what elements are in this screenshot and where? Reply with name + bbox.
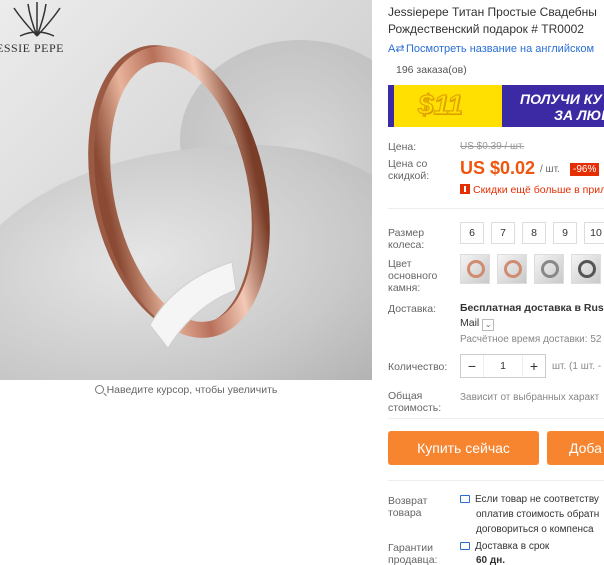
quantity-note: шт. (1 шт. - [552, 361, 602, 372]
delivery-guarantee-icon [460, 542, 470, 550]
total-label: Общая стоимость: [388, 390, 442, 414]
product-info-panel: Jessiepepe Титан Простые Свадебны Рождес… [388, 0, 604, 565]
promo-amount: $11 [417, 88, 463, 120]
quantity-increase-button[interactable]: + [523, 355, 545, 377]
size-options: 6 7 8 9 10 [460, 222, 604, 244]
size-label: Размер колеса: [388, 227, 425, 251]
returns-policy: Если товар не соответству оплатив стоимо… [460, 492, 599, 537]
app-deal-link[interactable]: Скидки ещё больше в прил [460, 184, 604, 196]
product-title-line1: Jessiepepe Титан Простые Свадебны [388, 5, 597, 19]
promo-banner[interactable]: $11 ПОЛУЧИ КУ ЗА ЛЮБ [388, 85, 604, 127]
zoom-hint: Наведите курсор, чтобы увеличить [0, 384, 372, 396]
original-price: US $0.39 / шт. [460, 141, 525, 152]
promo-text-line1: ПОЛУЧИ КУ [520, 91, 602, 107]
shipping-method-select[interactable]: Mail ⌄ [460, 317, 495, 331]
shipping-label: Доставка: [388, 303, 437, 315]
size-option[interactable]: 7 [491, 222, 515, 244]
product-title: Jessiepepe Титан Простые Свадебны Рождес… [388, 4, 604, 38]
free-shipping-text: Бесплатная доставка в Russi [460, 302, 604, 314]
returns-label: Возврат товара [388, 495, 428, 519]
delivery-estimate: Расчётное время доставки: 52 [460, 334, 602, 345]
guarantee-line: Доставка в срок [475, 541, 550, 552]
color-option-rose-gold-2[interactable] [497, 254, 527, 284]
color-option-rose-gold[interactable] [460, 254, 490, 284]
stone-color-options [460, 254, 601, 284]
app-deal-text: Скидки ещё больше в прил [473, 184, 604, 196]
brand-logo-text: ESSIE PEPE [0, 41, 65, 55]
product-main-image[interactable]: ESSIE PEPE [0, 0, 372, 380]
price-label: Цена: [388, 141, 417, 153]
stone-color-label: Цвет основного камня: [388, 258, 438, 294]
quantity-stepper: − 1 + [460, 354, 546, 378]
total-note: Зависит от выбранных характ [460, 392, 600, 403]
size-option[interactable]: 6 [460, 222, 484, 244]
magnifier-icon [94, 385, 104, 394]
returns-line: Если товар не соответству [475, 494, 599, 505]
guarantee-label: Гарантии продавца: [388, 542, 438, 565]
divider [388, 208, 604, 209]
buy-now-button[interactable]: Купить сейчас [388, 431, 539, 465]
size-option[interactable]: 9 [553, 222, 577, 244]
add-to-cart-button[interactable]: Доба [547, 431, 604, 465]
size-option[interactable]: 10 [584, 222, 604, 244]
returns-line: договориться о компенса [476, 524, 594, 535]
quantity-input[interactable]: 1 [483, 355, 523, 377]
seller-guarantee: Доставка в срок 60 дн. [460, 540, 549, 565]
shipping-method: Mail [460, 317, 480, 329]
color-option-silver[interactable] [534, 254, 564, 284]
divider [388, 418, 604, 419]
translate-icon: A⇄ [388, 43, 405, 55]
quantity-decrease-button[interactable]: − [461, 355, 483, 377]
chevron-down-icon: ⌄ [482, 319, 495, 331]
qr-code-icon [460, 184, 470, 194]
product-title-line2: Рождественский подарок # TR0002 [388, 22, 584, 36]
color-option-black[interactable] [571, 254, 601, 284]
size-option[interactable]: 8 [522, 222, 546, 244]
discount-price-label: Цена со скидкой: [388, 158, 430, 182]
zoom-hint-text: Наведите курсор, чтобы увеличить [106, 384, 278, 396]
order-count: 196 заказа(ов) [396, 64, 467, 76]
return-policy-icon [460, 495, 470, 503]
discount-price: US $0.02 [460, 158, 536, 178]
quantity-label: Количество: [388, 361, 448, 373]
returns-line: оплатив стоимость обратн [476, 509, 600, 520]
divider [388, 480, 604, 481]
discount-badge: -96% [570, 163, 600, 176]
translate-title-link[interactable]: A⇄Посмотреть название на английском [388, 42, 594, 55]
guarantee-days: 60 дн. [476, 555, 506, 565]
price-unit: / шт. [540, 164, 560, 175]
translate-link-text: Посмотреть название на английском [406, 43, 595, 55]
promo-text-line2: ЗА ЛЮБ [554, 107, 604, 123]
